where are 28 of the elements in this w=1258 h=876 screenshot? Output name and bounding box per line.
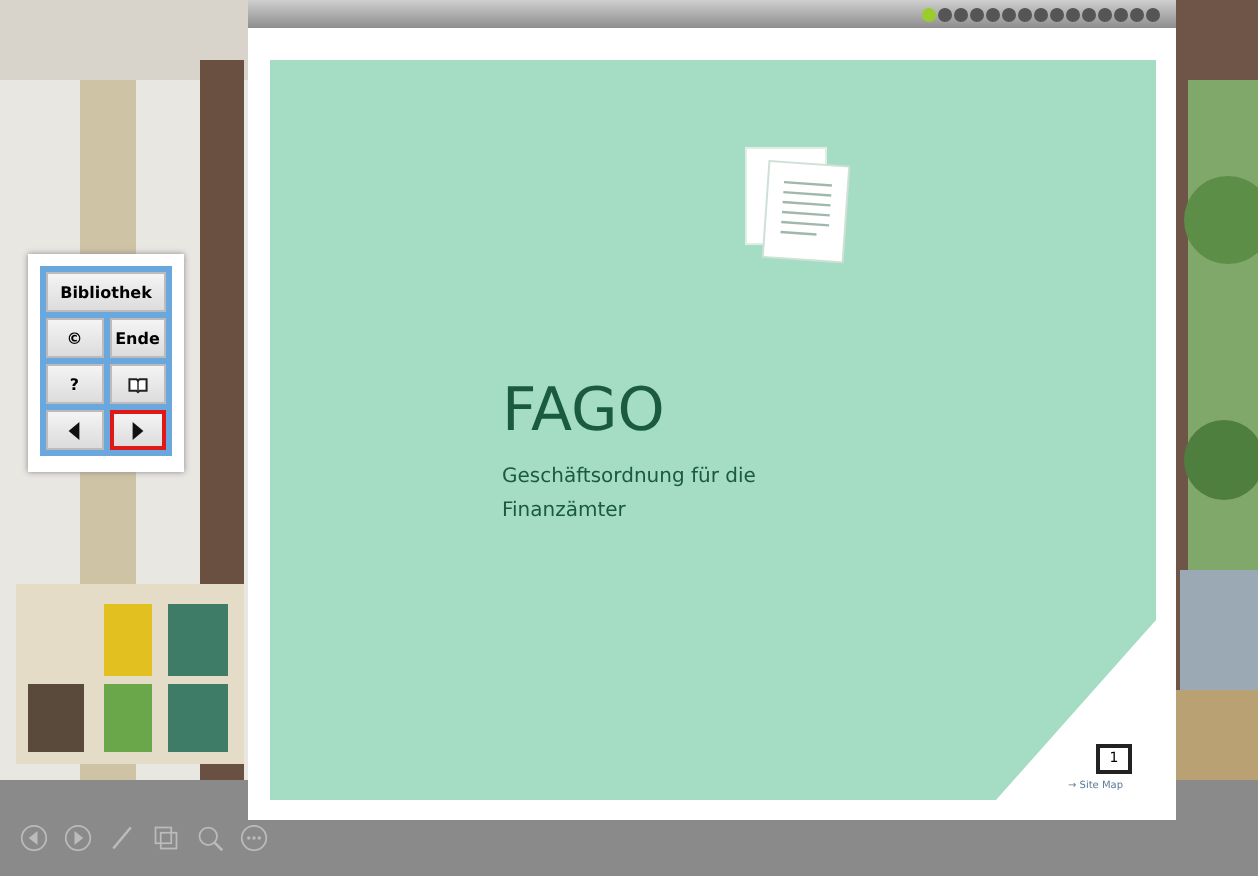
book-button[interactable] (109, 364, 166, 404)
nav-button[interactable]: Ende (109, 318, 166, 358)
nav-button[interactable]: © (46, 318, 103, 358)
progress-dot[interactable] (1130, 7, 1144, 21)
progress-dot[interactable] (1002, 7, 1016, 21)
nav-button[interactable]: ? (46, 364, 103, 404)
book-icon (127, 375, 148, 393)
progress-dot[interactable] (922, 7, 936, 21)
progress-dot[interactable] (970, 7, 984, 21)
progress-dot[interactable] (1050, 7, 1064, 21)
slide-subtitle: Geschäftsordnung für die Finanzämter (502, 464, 758, 526)
progress-dot[interactable] (1146, 7, 1160, 21)
progress-dot[interactable] (1034, 7, 1048, 21)
next-button[interactable] (109, 410, 166, 450)
progress-dot[interactable] (954, 7, 968, 21)
previous-button[interactable] (46, 410, 103, 450)
progress-dot[interactable] (986, 7, 1000, 21)
progress-dot[interactable] (938, 7, 952, 21)
progress-dot[interactable] (1082, 7, 1096, 21)
progress-dot[interactable] (1066, 7, 1080, 21)
left-arrow-icon (64, 421, 85, 439)
progress-dot[interactable] (1018, 7, 1032, 21)
progress-dot[interactable] (1114, 7, 1128, 21)
nav-button[interactable]: Bibliothek (46, 272, 166, 312)
right-arrow-icon (127, 421, 148, 439)
slide-title: FAGO (502, 376, 665, 446)
documents-icon (742, 144, 854, 264)
progress-dot[interactable] (1098, 7, 1112, 21)
